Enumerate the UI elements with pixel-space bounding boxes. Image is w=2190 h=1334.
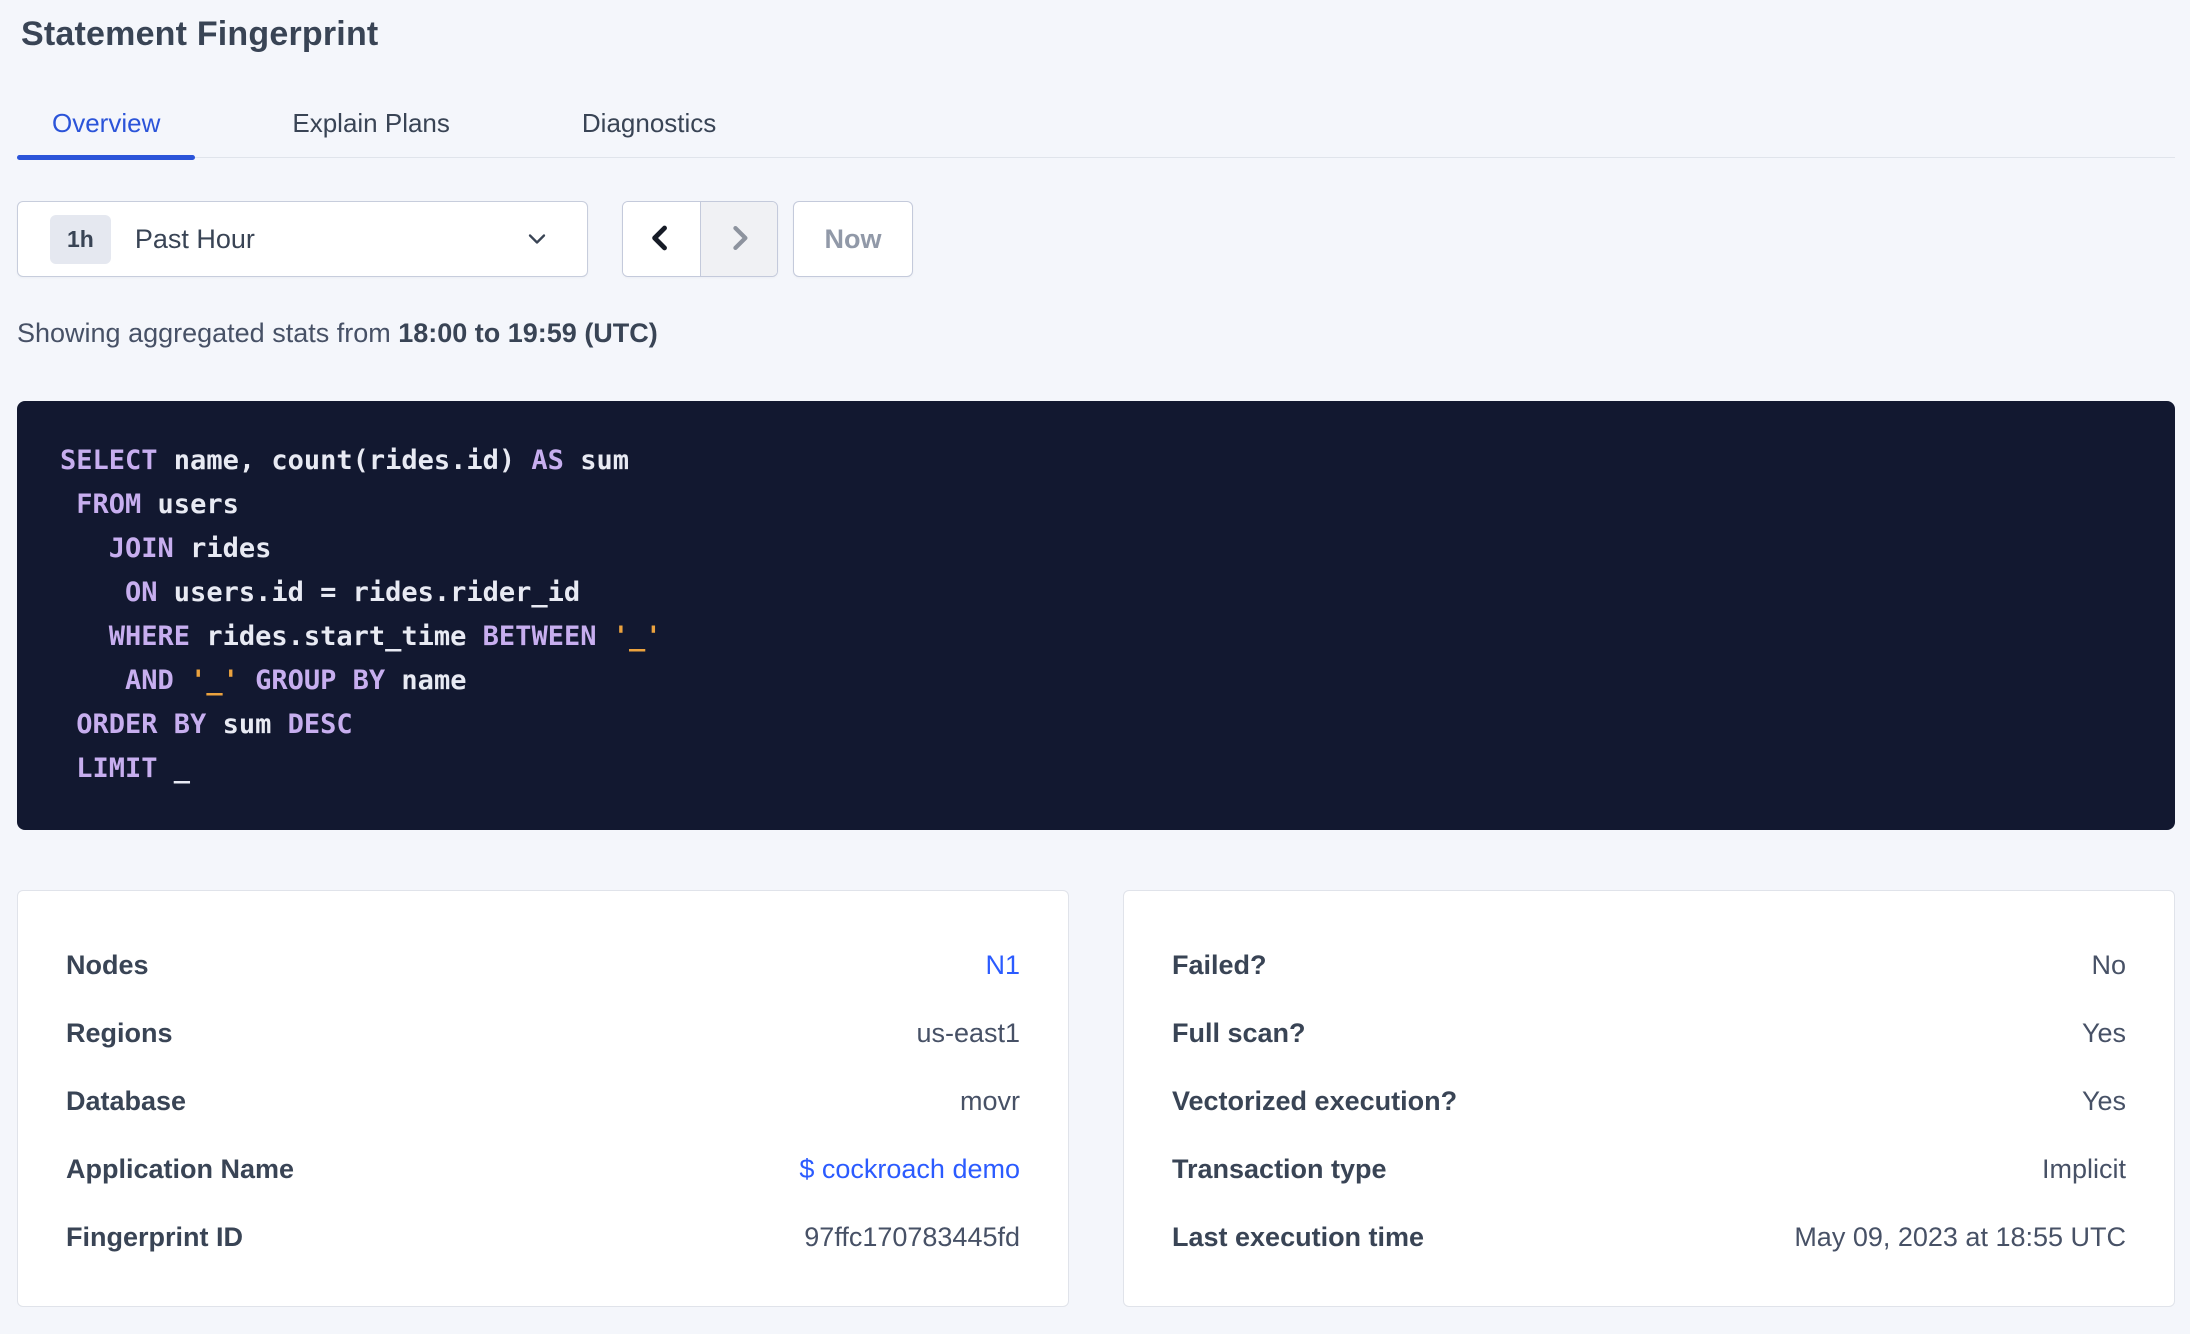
info-label: Database: [66, 1085, 187, 1116]
statement-fingerprint-page: Statement Fingerprint Overview Explain P…: [0, 12, 2190, 1307]
sql-line: JOIN rides: [108, 533, 272, 564]
aggregation-time-range: 18:00 to 19:59 (UTC): [398, 318, 658, 348]
info-row: Full scan? Yes: [1172, 999, 2126, 1067]
info-row: Vectorized execution? Yes: [1172, 1067, 2126, 1135]
tab-diagnostics[interactable]: Diagnostics: [547, 108, 751, 157]
info-value: Yes: [2081, 1017, 2126, 1048]
info-row: Regions us-east1: [66, 999, 1020, 1067]
info-row: Nodes N1: [66, 931, 1020, 999]
info-value: 97ffc170783445fd: [804, 1221, 1020, 1252]
statement-details-card: Nodes N1 Regions us-east1 Database movr Applic…: [17, 890, 1069, 1307]
time-step-button-group: [622, 201, 778, 277]
details-cards: Nodes N1 Regions us-east1 Database movr Applic…: [17, 890, 2175, 1307]
sql-line: WHERE rides.start_time BETWEEN '_': [108, 621, 662, 652]
info-value: May 09, 2023 at 18:55 UTC: [1794, 1221, 2126, 1252]
info-row: Failed? No: [1172, 931, 2126, 999]
info-row: Last execution time May 09, 2023 at 18:55…: [1172, 1203, 2126, 1271]
info-value-link[interactable]: N1: [985, 950, 1020, 981]
info-value: us-east1: [916, 1017, 1020, 1048]
info-row: Database movr: [66, 1067, 1020, 1135]
info-value: No: [2091, 949, 2126, 980]
sql-line: ON users.id = rides.rider_id: [125, 577, 581, 608]
info-label: Failed?: [1172, 949, 1267, 980]
info-label: Transaction type: [1172, 1153, 1387, 1184]
sql-line: SELECT name, count(rides.id) AS sum: [60, 445, 629, 476]
previous-time-button[interactable]: [623, 202, 700, 276]
chevron-right-icon: [722, 221, 756, 258]
info-label: Regions: [66, 1017, 173, 1048]
chevron-down-icon: [523, 225, 551, 253]
info-value: Implicit: [2041, 1153, 2126, 1184]
execution-details-card: Failed? No Full scan? Yes Vectorized executi…: [1123, 890, 2175, 1307]
time-range-badge: 1h: [50, 214, 111, 264]
info-label: Last execution time: [1172, 1221, 1425, 1252]
aggregation-summary: Showing aggregated stats from 18:00 to 1…: [17, 315, 2175, 351]
info-value: Yes: [2081, 1085, 2126, 1116]
info-value: movr: [960, 1085, 1020, 1116]
aggregation-summary-prefix: Showing aggregated stats from: [17, 318, 399, 348]
page-title: Statement Fingerprint: [21, 15, 379, 53]
sql-line: AND '_' GROUP BY name: [125, 665, 467, 696]
sql-line: LIMIT _: [76, 753, 191, 784]
tab-bar: Overview Explain Plans Diagnostics: [17, 108, 2175, 160]
info-label: Fingerprint ID: [66, 1221, 243, 1252]
info-label: Full scan?: [1172, 1017, 1306, 1048]
time-range-label: Past Hour: [134, 223, 255, 254]
info-value-link[interactable]: $ cockroach demo: [799, 1154, 1020, 1185]
chevron-left-icon: [644, 221, 678, 258]
time-range-dropdown[interactable]: 1h Past Hour: [17, 201, 588, 277]
sql-statement-box: SELECT name, count(rides.id) AS sum FROM…: [17, 401, 2175, 830]
info-row: Fingerprint ID 97ffc170783445fd: [66, 1203, 1020, 1271]
info-label: Nodes: [66, 949, 149, 980]
info-row: Transaction type Implicit: [1172, 1135, 2126, 1203]
info-row: Application Name $ cockroach demo: [66, 1135, 1020, 1203]
info-label: Vectorized execution?: [1172, 1085, 1458, 1116]
time-controls: 1h Past Hour Now: [17, 201, 2175, 277]
tab-overview[interactable]: Overview: [17, 108, 196, 160]
info-label: Application Name: [66, 1153, 295, 1184]
tab-explain-plans[interactable]: Explain Plans: [257, 108, 485, 157]
sql-line: FROM users: [76, 489, 239, 520]
next-time-button[interactable]: [699, 202, 777, 276]
sql-line: ORDER BY sum DESC: [76, 709, 353, 740]
now-button[interactable]: Now: [793, 201, 913, 277]
